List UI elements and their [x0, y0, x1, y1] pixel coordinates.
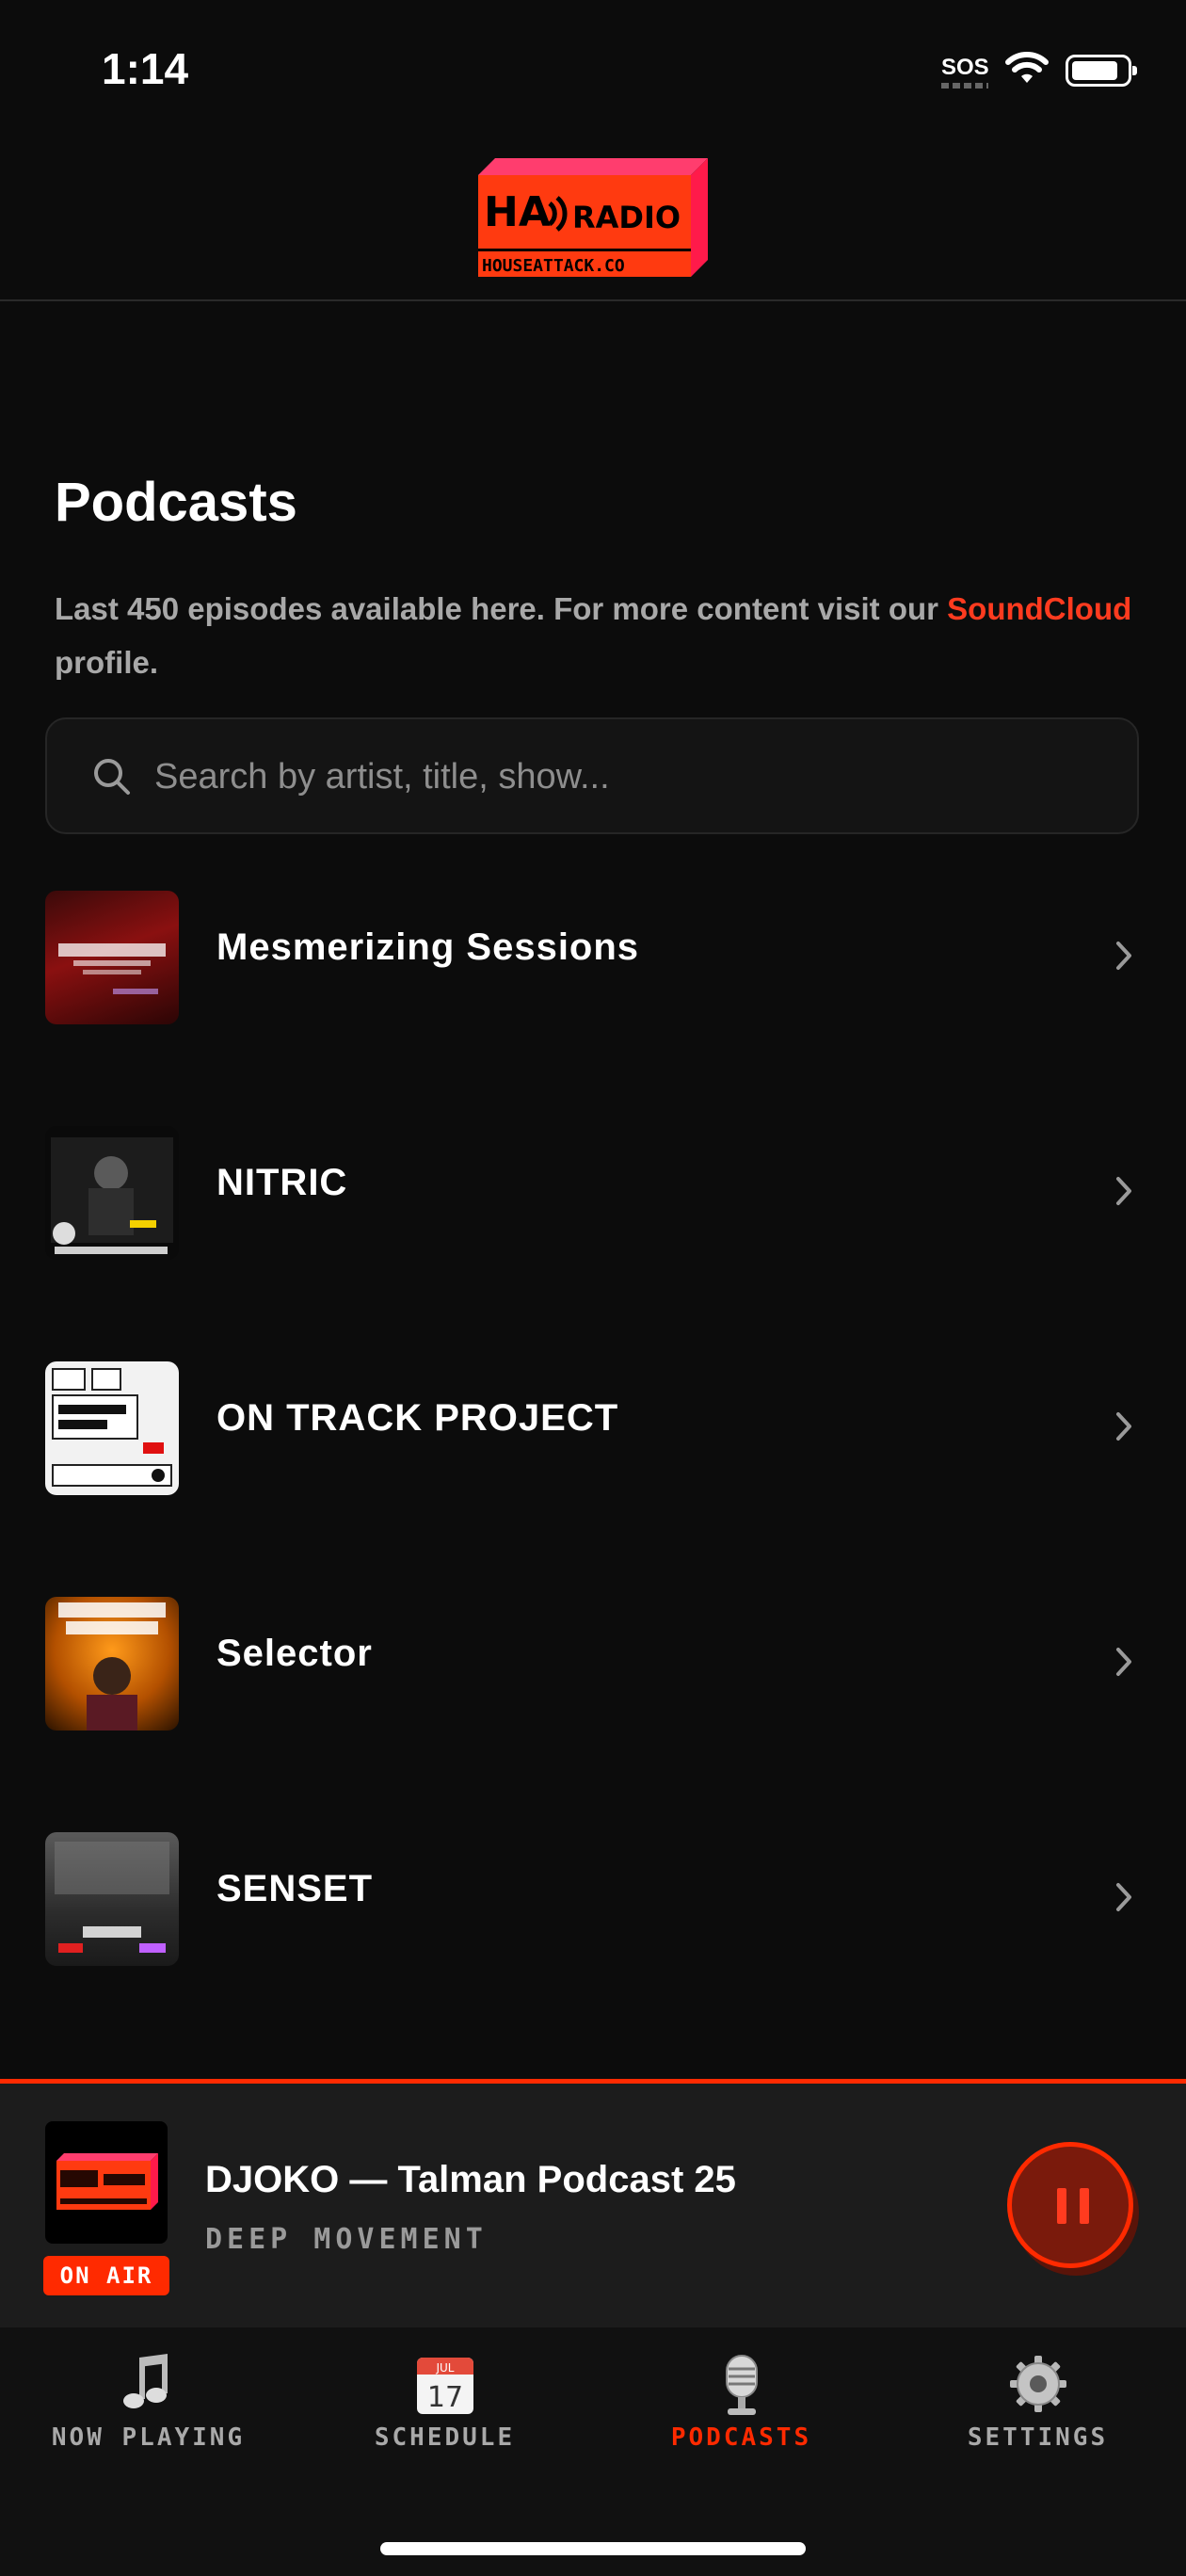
- podcast-item-mesmerizing-sessions[interactable]: Mesmerizing Sessions: [0, 857, 1186, 1026]
- on-air-badge: ON AIR: [43, 2256, 169, 2295]
- page-title: Podcasts: [55, 472, 297, 533]
- podcast-item-selector[interactable]: Selector: [0, 1563, 1186, 1732]
- podcast-item-on-track-project[interactable]: ON TRACK PROJECT: [0, 1328, 1186, 1497]
- tab-bar: NOW PLAYING JUL 17 SCHEDULE PODCASTS SET…: [0, 2327, 1186, 2576]
- ha-radio-logo: HA RADIO HOUSEATTACK.CO: [478, 158, 708, 277]
- tab-label: SETTINGS: [967, 2423, 1109, 2452]
- podcast-artwork: [45, 1597, 179, 1731]
- tab-podcasts[interactable]: PODCASTS: [593, 2327, 890, 2535]
- podcast-artwork: [45, 1832, 179, 1966]
- svg-text:RADIO: RADIO: [572, 200, 681, 235]
- calendar-icon: JUL 17: [416, 2358, 473, 2414]
- podcast-title: Selector: [216, 1633, 373, 1674]
- podcast-title: Mesmerizing Sessions: [216, 926, 640, 968]
- podcast-artwork: [45, 1126, 179, 1260]
- app-header: HA RADIO HOUSEATTACK.CO: [0, 141, 1186, 301]
- battery-icon: [1066, 55, 1137, 87]
- sos-indicator: SOS: [941, 55, 989, 80]
- svg-text:HA: HA: [484, 188, 551, 236]
- svg-text:JUL: JUL: [435, 2361, 454, 2375]
- podcast-item-nitric[interactable]: NITRIC: [0, 1092, 1186, 1262]
- wifi-icon: [1005, 52, 1049, 83]
- svg-text:HOUSEATTACK.CO: HOUSEATTACK.CO: [482, 256, 625, 276]
- tab-now-playing[interactable]: NOW PLAYING: [0, 2327, 296, 2535]
- podcast-artwork: [45, 891, 179, 1024]
- search-input[interactable]: [152, 748, 1098, 806]
- svg-text:17: 17: [426, 2381, 462, 2414]
- now-playing-title: DJOKO — Talman Podcast 25: [205, 2159, 736, 2200]
- podcast-item-senset[interactable]: SENSET: [0, 1798, 1186, 1968]
- microphone-icon: [725, 2355, 758, 2415]
- pause-button[interactable]: [1007, 2142, 1133, 2268]
- now-playing-artwork: [45, 2121, 168, 2244]
- mini-player[interactable]: ON AIR DJOKO — Talman Podcast 25 DEEP MO…: [0, 2079, 1186, 2327]
- subtitle-text-end: profile.: [55, 645, 159, 680]
- soundcloud-link[interactable]: SoundCloud: [947, 591, 1131, 626]
- home-indicator[interactable]: [380, 2542, 806, 2555]
- now-playing-show: DEEP MOVEMENT: [205, 2223, 488, 2256]
- tab-settings[interactable]: SETTINGS: [890, 2327, 1186, 2535]
- page-subtitle: Last 450 episodes available here. For mo…: [55, 582, 1137, 689]
- subtitle-text: Last 450 episodes available here. For mo…: [55, 591, 948, 626]
- podcast-title: ON TRACK PROJECT: [216, 1397, 619, 1439]
- search-field[interactable]: [45, 717, 1139, 834]
- podcast-artwork: [45, 1361, 179, 1495]
- chevron-right-icon: [1116, 1412, 1131, 1441]
- gear-icon: [1009, 2356, 1066, 2412]
- chevron-right-icon: [1116, 1177, 1131, 1205]
- status-bar: 1:14 SOS: [0, 0, 1186, 141]
- tab-label: PODCASTS: [670, 2423, 812, 2452]
- search-icon: [94, 759, 130, 795]
- podcast-title: SENSET: [216, 1868, 374, 1909]
- music-note-icon: [122, 2354, 168, 2408]
- chevron-right-icon: [1116, 1883, 1131, 1911]
- chevron-right-icon: [1116, 942, 1131, 970]
- podcast-title: NITRIC: [216, 1162, 348, 1203]
- signal-dots-icon: [941, 83, 988, 89]
- chevron-right-icon: [1116, 1648, 1131, 1676]
- tab-label: SCHEDULE: [374, 2423, 516, 2452]
- tab-label: NOW PLAYING: [51, 2423, 246, 2452]
- status-time: 1:14: [102, 44, 189, 93]
- tab-schedule[interactable]: JUL 17 SCHEDULE: [296, 2327, 593, 2535]
